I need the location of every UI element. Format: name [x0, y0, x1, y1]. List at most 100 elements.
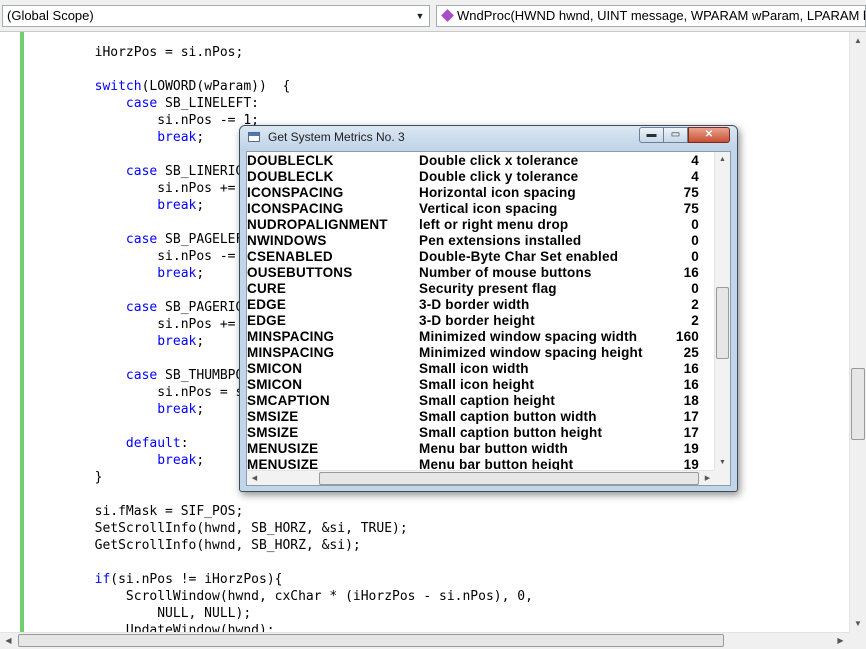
metric-description: Vertical icon spacing: [419, 201, 558, 216]
metric-description: Security present flag: [419, 281, 557, 296]
metric-description: Double-Byte Char Set enabled: [419, 249, 619, 264]
metric-description: 3-D border width: [419, 297, 530, 312]
method-icon: [441, 9, 454, 22]
minimize-icon: ▬: [646, 129, 657, 140]
list-vertical-scrollbar[interactable]: ▲ ▼: [714, 152, 730, 470]
metric-name: NWINDOWS: [247, 233, 327, 248]
code-keyword: case: [125, 164, 158, 179]
metric-name: MINSPACING: [247, 329, 335, 344]
scroll-down-arrow-icon[interactable]: ▼: [715, 455, 730, 470]
metric-value: 75: [683, 201, 699, 216]
list-item: SMSIZE Small caption button height 17: [247, 425, 715, 441]
window-titlebar[interactable]: Get System Metrics No. 3 ▬ ▭ ✕: [240, 126, 737, 150]
scrollbar-thumb[interactable]: [716, 287, 729, 359]
list-item: NWINDOWS Pen extensions installed 0: [247, 233, 715, 249]
list-item: SMICON Small icon height 16: [247, 377, 715, 393]
scrollbar-thumb[interactable]: [319, 472, 699, 485]
metric-description: Menu bar button width: [419, 441, 568, 456]
metric-name: CSENABLED: [247, 249, 333, 264]
code-text: ScrollWindow(hwnd, cxChar * (iHorzPos - …: [32, 589, 533, 604]
metric-description: Small icon height: [419, 377, 535, 392]
list-item: SMCAPTION Small caption height 18: [247, 393, 715, 409]
metric-name: SMICON: [247, 377, 303, 392]
window-icon: [248, 132, 260, 142]
metric-name: MENUSIZE: [247, 441, 319, 456]
scrollbar-corner: [714, 470, 730, 485]
metric-description: Horizontal icon spacing: [419, 185, 576, 200]
window-title: Get System Metrics No. 3: [268, 130, 405, 144]
list-horizontal-scrollbar[interactable]: ◀ ▶: [247, 470, 715, 485]
metric-name: CURE: [247, 281, 287, 296]
scroll-right-arrow-icon[interactable]: ▶: [832, 633, 849, 649]
code-keyword: case: [125, 300, 158, 315]
close-button[interactable]: ✕: [688, 127, 730, 143]
metric-name: SMSIZE: [247, 425, 299, 440]
scrollbar-thumb[interactable]: [851, 368, 865, 440]
maximize-button[interactable]: ▭: [664, 127, 688, 143]
navigation-bar: (Global Scope) ▼ WndProc(HWND hwnd, UINT…: [0, 0, 866, 32]
code-keyword: break: [157, 198, 197, 213]
list-item: DOUBLECLK Double click x tolerance 4: [247, 153, 715, 169]
list-item: MINSPACING Minimized window spacing heigh…: [247, 345, 715, 361]
system-metrics-window[interactable]: Get System Metrics No. 3 ▬ ▭ ✕ DOUBLECLK…: [239, 125, 738, 492]
function-dropdown[interactable]: WndProc(HWND hwnd, UINT message, WPARAM …: [436, 5, 866, 27]
list-item: DOUBLECLK Double click y tolerance 4: [247, 169, 715, 185]
code-text: si.nPos -= 1;: [32, 113, 259, 128]
metric-description: left or right menu drop: [419, 217, 569, 232]
metric-value: 160: [675, 329, 699, 344]
code-text: si.nPos += 1;: [32, 181, 259, 196]
code-keyword: break: [157, 453, 197, 468]
code-line: si.fMask = SIF_POS;: [32, 503, 533, 520]
metric-name: SMICON: [247, 361, 303, 376]
metric-value: 19: [683, 441, 699, 456]
metrics-list-area[interactable]: DOUBLECLK Double click x tolerance 4 DOUBLE…: [246, 151, 731, 486]
scroll-left-arrow-icon[interactable]: ◀: [247, 471, 262, 485]
metric-value: 17: [683, 425, 699, 440]
scope-dropdown[interactable]: (Global Scope) ▼: [2, 5, 430, 27]
code-keyword: break: [157, 334, 197, 349]
metric-name: ICONSPACING: [247, 185, 344, 200]
code-keyword: break: [157, 130, 197, 145]
metric-description: Small caption button width: [419, 409, 597, 424]
code-text: ;: [196, 266, 205, 281]
list-item: ICONSPACING Vertical icon spacing 75: [247, 201, 715, 217]
code-text: ;: [196, 130, 205, 145]
metric-name: DOUBLECLK: [247, 169, 334, 184]
scroll-up-arrow-icon[interactable]: ▲: [850, 32, 866, 49]
metric-description: Double click x tolerance: [419, 153, 579, 168]
scrollbar-thumb[interactable]: [18, 634, 724, 647]
list-item: MENUSIZE Menu bar button width 19: [247, 441, 715, 457]
editor-vertical-scrollbar[interactable]: ▲ ▼: [849, 32, 866, 632]
metric-value: 4: [691, 153, 699, 168]
list-item: MINSPACING Minimized window spacing width…: [247, 329, 715, 345]
chevron-down-icon[interactable]: ▼: [413, 7, 427, 25]
metrics-list: DOUBLECLK Double click x tolerance 4 DOUBLE…: [247, 153, 715, 473]
list-item: NUDROPALIGNMENT left or right menu drop 0: [247, 217, 715, 233]
editor-horizontal-scrollbar[interactable]: ◀ ▶: [0, 632, 849, 649]
code-line: ScrollWindow(hwnd, cxChar * (iHorzPos - …: [32, 588, 533, 605]
minimize-button[interactable]: ▬: [639, 127, 664, 143]
code-text: ;: [196, 453, 205, 468]
code-text: NULL, NULL);: [32, 606, 252, 621]
code-text: (LOWORD(wParam)) {: [141, 79, 291, 94]
metric-description: 3-D border height: [419, 313, 535, 328]
metric-value: 25: [683, 345, 699, 360]
code-text: :: [180, 436, 189, 451]
code-text: SetScrollInfo(hwnd, SB_HORZ, &si, TRUE);: [32, 521, 408, 536]
scroll-left-arrow-icon[interactable]: ◀: [0, 633, 17, 649]
scroll-down-arrow-icon[interactable]: ▼: [850, 615, 866, 632]
list-item: CSENABLED Double-Byte Char Set enabled 0: [247, 249, 715, 265]
scroll-up-arrow-icon[interactable]: ▲: [715, 152, 730, 167]
metric-value: 4: [691, 169, 699, 184]
close-icon: ✕: [704, 129, 714, 140]
metric-value: 0: [691, 249, 699, 264]
scroll-right-arrow-icon[interactable]: ▶: [700, 471, 715, 485]
code-text: iHorzPos = si.nPos;: [32, 45, 244, 60]
